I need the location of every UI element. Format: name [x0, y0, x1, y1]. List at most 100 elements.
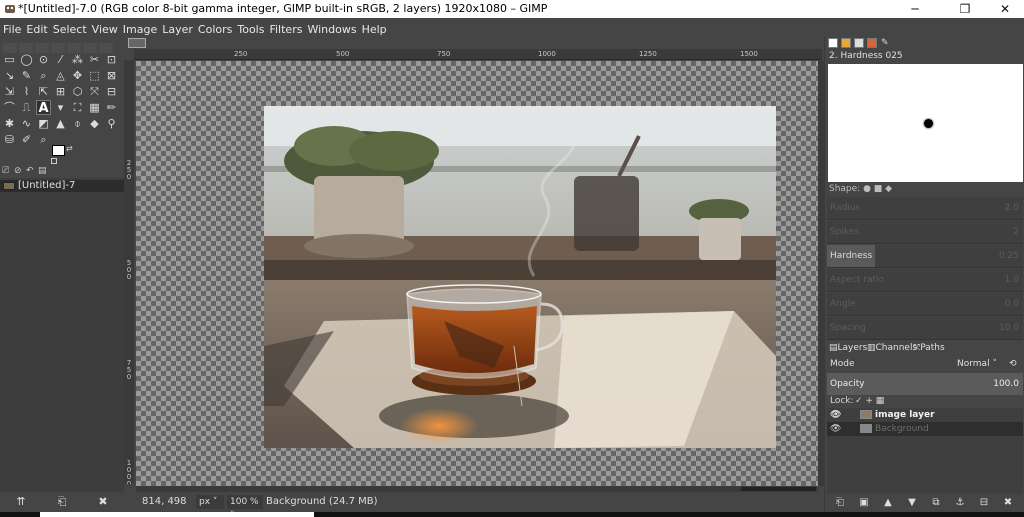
image-tab-icon-0[interactable]: ⎚: [2, 166, 9, 176]
radius-option[interactable]: Radius 2.0: [827, 197, 1023, 220]
tab-paths[interactable]: ⤧ Paths: [913, 342, 945, 355]
raise-view-icon[interactable]: ⇈: [14, 496, 28, 508]
document-history-tab-icon[interactable]: [867, 38, 877, 48]
lock-options[interactable]: ✓ + ▦: [855, 395, 884, 408]
zoom-select[interactable]: 100 % ˅: [227, 495, 263, 517]
tool-button-32[interactable]: ⌽: [70, 116, 85, 131]
tool-button-26[interactable]: ▦: [87, 100, 102, 115]
new-view-icon[interactable]: ⎗: [55, 496, 69, 508]
tool-button-22[interactable]: ⎍: [19, 100, 34, 115]
tool-button-8[interactable]: ✎: [19, 68, 34, 83]
unit-select[interactable]: px ˅: [196, 495, 224, 509]
shape-options[interactable]: ● ■ ◆: [863, 184, 892, 194]
tool-button-19[interactable]: ⤧: [87, 84, 102, 99]
tool-button-2[interactable]: ⊙: [36, 52, 51, 67]
spikes-option[interactable]: Spikes 2: [827, 221, 1023, 244]
swap-colors-icon[interactable]: ⇄: [66, 144, 73, 153]
tool-button-4[interactable]: ⁂: [70, 52, 85, 67]
color-area[interactable]: ⇄: [48, 144, 76, 166]
lower-layer-icon[interactable]: ▼: [905, 497, 919, 509]
tool-button-7[interactable]: ↘: [2, 68, 17, 83]
layer-row-image-layer[interactable]: 👁 image layer: [827, 408, 1023, 422]
tool-button-13[interactable]: ⊠: [104, 68, 119, 83]
brush-edit-tab-icon[interactable]: ✎: [880, 38, 890, 48]
tool-button-23[interactable]: A: [36, 100, 51, 116]
tool-button-12[interactable]: ⬚: [87, 68, 102, 83]
close-button[interactable]: ✕: [990, 0, 1020, 18]
image-tab-icon-3[interactable]: ▤: [38, 166, 47, 176]
patterns-tab-icon[interactable]: [841, 38, 851, 48]
eye-icon[interactable]: 👁: [830, 408, 841, 422]
gimp-window: *[Untitled]-7.0 (RGB color 8-bit gamma i…: [0, 0, 1024, 517]
tool-button-14[interactable]: ⇲: [2, 84, 17, 99]
image-list-item[interactable]: [Untitled]-7: [0, 180, 124, 192]
layer-name: image layer: [875, 410, 935, 420]
window-title: *[Untitled]-7.0 (RGB color 8-bit gamma i…: [18, 2, 548, 15]
raise-layer-icon[interactable]: ▲: [881, 497, 895, 509]
anchor-layer-icon[interactable]: ⚓: [953, 497, 967, 509]
tool-button-3[interactable]: ⁄: [53, 52, 68, 67]
tool-button-9[interactable]: ⌕: [36, 68, 51, 83]
tool-button-36[interactable]: ✐: [19, 132, 34, 147]
tool-button-5[interactable]: ✂: [87, 52, 102, 67]
chevron-down-icon: ˅: [212, 497, 218, 507]
mode-select[interactable]: Normal ˅: [957, 356, 997, 372]
tool-button-11[interactable]: ✥: [70, 68, 85, 83]
minimize-button[interactable]: ─: [900, 0, 930, 18]
maximize-button[interactable]: ❐: [950, 0, 980, 18]
tool-button-35[interactable]: ⛁: [2, 132, 17, 147]
tool-button-16[interactable]: ⇱: [36, 84, 51, 99]
new-layer-icon[interactable]: ⎗: [833, 497, 847, 509]
delete-view-icon[interactable]: ✖: [96, 496, 110, 508]
hardness-option[interactable]: Hardness 0.25: [827, 245, 1023, 268]
aspect-ratio-option[interactable]: Aspect ratio 1.0: [827, 269, 1023, 292]
opacity-slider[interactable]: Opacity 100.0: [827, 373, 1023, 395]
tool-button-31[interactable]: ▲: [53, 116, 68, 131]
duplicate-layer-icon[interactable]: ⧉: [929, 497, 943, 509]
lock-row: Lock: ✓ + ▦: [827, 395, 1023, 408]
tool-button-18[interactable]: ⬡: [70, 84, 85, 99]
horizontal-ruler[interactable]: 250 500 750 1000 1250 1500: [134, 49, 822, 60]
layer-row-background[interactable]: 👁 Background: [827, 422, 1023, 436]
image-tab-icon-1[interactable]: ⊘: [14, 166, 22, 176]
layer-name: Background: [875, 424, 929, 434]
tab-channels[interactable]: ▥ Channels: [867, 342, 917, 355]
tool-button-25[interactable]: ⛶: [70, 100, 85, 115]
fonts-tab-icon[interactable]: [854, 38, 864, 48]
tool-button-17[interactable]: ⊞: [53, 84, 68, 99]
tool-button-21[interactable]: ⌒: [2, 100, 17, 115]
vertical-ruler[interactable]: 2 5 0 5 0 0 7 5 0 1 0 0 0: [124, 60, 134, 484]
default-colors-icon[interactable]: [51, 158, 57, 164]
tab-paths-label: Paths: [920, 343, 945, 353]
tool-button-28[interactable]: ✱: [2, 116, 17, 131]
ruler-h-label: 1000: [538, 50, 556, 58]
image-layer-photo[interactable]: [264, 106, 776, 448]
tool-button-30[interactable]: ◩: [36, 116, 51, 131]
tea-cup-photo: [264, 106, 776, 448]
tool-button-15[interactable]: ⌇: [19, 84, 34, 99]
delete-layer-icon[interactable]: ✖: [1001, 497, 1015, 509]
tool-button-24[interactable]: ▾: [53, 100, 68, 115]
tool-button-29[interactable]: ∿: [19, 116, 34, 131]
tool-button-20[interactable]: ⊟: [104, 84, 119, 99]
tool-button-1[interactable]: ◯: [19, 52, 34, 67]
eye-icon[interactable]: 👁: [830, 422, 841, 436]
tab-layers[interactable]: ▤ Layers: [829, 342, 867, 355]
tool-button-34[interactable]: ⚲: [104, 116, 119, 131]
tool-button-10[interactable]: ◬: [53, 68, 68, 83]
tool-button-27[interactable]: ✏: [104, 100, 119, 115]
mask-layer-icon[interactable]: ⊟: [977, 497, 991, 509]
foreground-color-swatch[interactable]: [52, 145, 65, 156]
tool-button-0[interactable]: ▭: [2, 52, 17, 67]
tool-button-6[interactable]: ⊡: [104, 52, 119, 67]
image-nav-tab[interactable]: [128, 38, 146, 48]
image-tab-icon-2[interactable]: ↶: [26, 166, 34, 176]
new-layer-group-icon[interactable]: ▣: [857, 497, 871, 509]
angle-option[interactable]: Angle 0.0: [827, 293, 1023, 316]
spacing-option[interactable]: Spacing 10.0: [827, 317, 1023, 340]
brushes-tab-icon[interactable]: [828, 38, 838, 48]
mode-reset-icon[interactable]: ⟲: [1009, 356, 1017, 372]
horizontal-scrollbar-thumb[interactable]: [741, 487, 816, 491]
option-label: Radius: [830, 203, 861, 213]
tool-button-33[interactable]: ◆: [87, 116, 102, 131]
